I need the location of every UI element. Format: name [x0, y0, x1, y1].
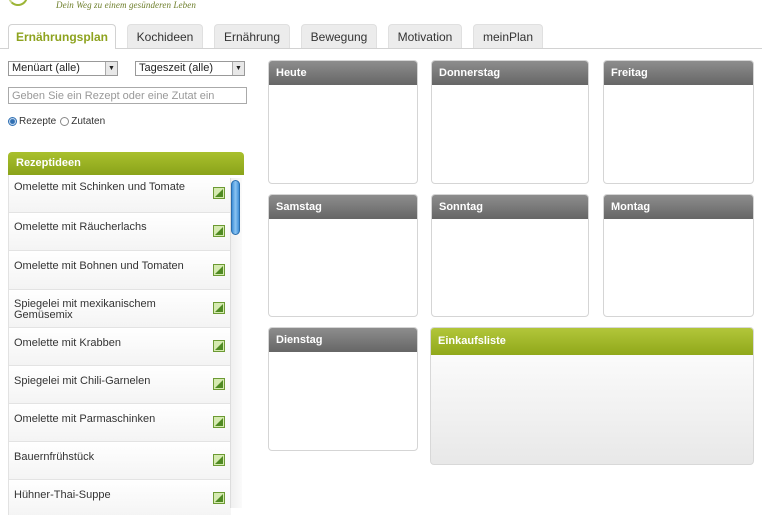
tab-motivation[interactable]: Motivation [388, 24, 462, 48]
search-input[interactable] [8, 87, 247, 104]
day-header: Dienstag [269, 328, 417, 352]
image-icon[interactable] [213, 416, 225, 428]
day-box-sonntag[interactable]: Sonntag [431, 194, 589, 317]
day-box-donnerstag[interactable]: Donnerstag [431, 60, 589, 184]
recipe-name: Omelette mit Bohnen und Tomaten [14, 260, 184, 272]
day-header: Sonntag [432, 195, 588, 219]
image-icon[interactable] [213, 454, 225, 466]
recipe-name: Hühner-Thai-Suppe [14, 489, 111, 501]
list-item[interactable]: Spiegelei mit mexikanischem Gemüsemix [9, 290, 231, 328]
image-icon[interactable] [213, 492, 225, 504]
list-item[interactable]: Hühner-Thai-Suppe [9, 480, 231, 515]
search-mode-radios: Rezepte Zutaten [8, 116, 109, 127]
list-item[interactable]: Bauernfrühstück [9, 442, 231, 480]
list-item[interactable]: Omelette mit Bohnen und Tomaten [9, 252, 231, 290]
recipe-name: Omelette mit Parmaschinken [14, 413, 156, 425]
tab-ernaehrungsplan[interactable]: Ernährungsplan [8, 24, 116, 49]
day-header: Samstag [269, 195, 417, 219]
chevron-down-icon: ▼ [105, 62, 117, 75]
logo-icon [8, 0, 28, 6]
chevron-down-icon: ▼ [232, 62, 244, 75]
image-icon[interactable] [213, 378, 225, 390]
einkaufsliste-header: Einkaufsliste [431, 328, 753, 355]
day-box-freitag[interactable]: Freitag [603, 60, 754, 184]
rezeptideen-list: Omelette mit Schinken und Tomate Omelett… [8, 175, 244, 515]
recipe-name: Spiegelei mit Chili-Garnelen [14, 375, 151, 387]
einkaufsliste-box[interactable]: Einkaufsliste [430, 327, 754, 465]
day-header: Donnerstag [432, 61, 588, 85]
list-item[interactable]: Omelette mit Räucherlachs [9, 213, 231, 251]
tageszeit-select[interactable]: Tageszeit (alle) ▼ [135, 61, 245, 76]
tab-meinplan[interactable]: meinPlan [473, 24, 543, 48]
slogan: Dein Weg zu einem gesünderen Leben [56, 0, 196, 10]
radio-zutaten-label[interactable]: Zutaten [71, 116, 105, 127]
list-item[interactable]: Omelette mit Schinken und Tomate [9, 175, 231, 213]
image-icon[interactable] [213, 340, 225, 352]
recipe-name: Omelette mit Krabben [14, 337, 121, 349]
recipe-name: Omelette mit Räucherlachs [14, 221, 147, 233]
menuart-select-value: Menüart (alle) [12, 62, 80, 74]
recipe-name: Omelette mit Schinken und Tomate [14, 181, 185, 193]
recipe-name: Bauernfrühstück [14, 451, 95, 463]
day-header: Heute [269, 61, 417, 85]
radio-zutaten[interactable] [60, 117, 70, 126]
scrollbar-thumb[interactable] [231, 180, 240, 235]
menuart-select[interactable]: Menüart (alle) ▼ [8, 61, 118, 76]
day-header: Freitag [604, 61, 753, 85]
day-box-montag[interactable]: Montag [603, 194, 754, 317]
image-icon[interactable] [213, 187, 225, 199]
list-item[interactable]: Omelette mit Krabben [9, 328, 231, 366]
recipe-name: Spiegelei mit mexikanischem Gemüsemix [14, 298, 156, 321]
radio-rezepte[interactable] [8, 117, 17, 126]
radio-rezepte-label[interactable]: Rezepte [19, 116, 56, 127]
main-tabbar: Ernährungsplan Kochideen Ernährung Beweg… [0, 24, 762, 49]
day-box-samstag[interactable]: Samstag [268, 194, 418, 317]
list-item[interactable]: Omelette mit Parmaschinken [9, 404, 231, 442]
list-item[interactable]: Spiegelei mit Chili-Garnelen [9, 366, 231, 404]
image-icon[interactable] [213, 264, 225, 276]
tab-kochideen[interactable]: Kochideen [127, 24, 203, 48]
day-box-heute[interactable]: Heute [268, 60, 418, 184]
tageszeit-select-value: Tageszeit (alle) [139, 62, 213, 74]
tab-bewegung[interactable]: Bewegung [301, 24, 377, 48]
image-icon[interactable] [213, 302, 225, 314]
tab-ernaehrung[interactable]: Ernährung [214, 24, 290, 48]
image-icon[interactable] [213, 225, 225, 237]
day-box-dienstag[interactable]: Dienstag [268, 327, 418, 451]
rezeptideen-header: Rezeptideen [8, 152, 244, 175]
day-header: Montag [604, 195, 753, 219]
